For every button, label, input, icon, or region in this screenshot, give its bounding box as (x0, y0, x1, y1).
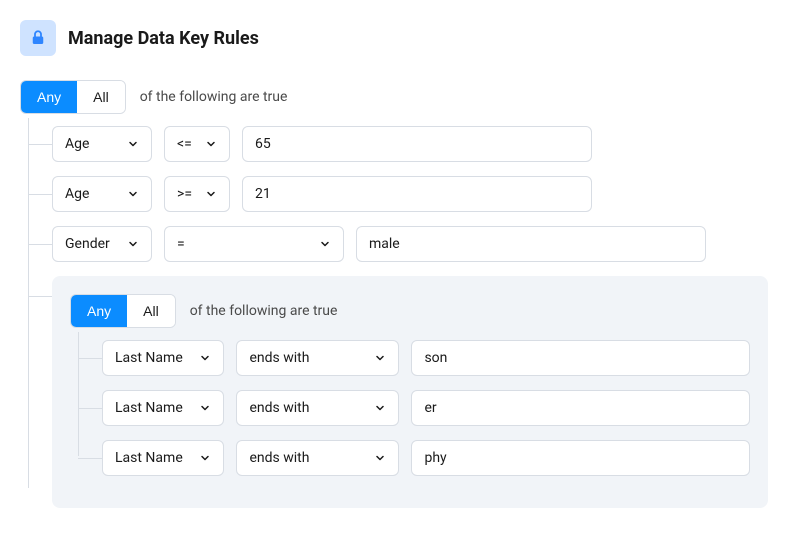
toggle-any-button[interactable]: Any (21, 81, 77, 113)
group-label: of the following are true (140, 89, 288, 105)
field-select[interactable]: Gender (52, 226, 152, 262)
field-select[interactable]: Age (52, 126, 152, 162)
operator-select[interactable]: <= (164, 126, 230, 162)
chevron-down-icon (127, 238, 139, 250)
value-input[interactable] (242, 126, 592, 162)
rule-row: Last Name ends with (102, 440, 750, 476)
operator-select-value: >= (177, 186, 192, 202)
operator-select[interactable]: >= (164, 176, 230, 212)
nested-toggle-any-button[interactable]: Any (71, 295, 127, 327)
rule-row: Last Name ends with (102, 390, 750, 426)
any-all-toggle: Any All (20, 80, 126, 114)
field-select[interactable]: Last Name (102, 390, 224, 426)
operator-select-value: ends with (249, 350, 309, 366)
chevron-down-icon (205, 188, 217, 200)
nested-toggle-all-button[interactable]: All (127, 295, 175, 327)
field-select-value: Last Name (115, 350, 183, 366)
group-header: Any All of the following are true (20, 80, 768, 114)
nested-rule-group: Any All of the following are true Last N… (52, 276, 768, 508)
chevron-down-icon (127, 138, 139, 150)
field-select[interactable]: Last Name (102, 340, 224, 376)
nested-group-label: of the following are true (190, 303, 338, 319)
lock-icon-box (20, 20, 56, 56)
operator-select[interactable]: = (164, 226, 344, 262)
nested-group-header: Any All of the following are true (70, 294, 750, 328)
rule-row: Last Name ends with (102, 340, 750, 376)
operator-select-value: ends with (249, 400, 309, 416)
lock-icon (29, 29, 47, 47)
rules-container: Age <= Age >= (20, 126, 768, 508)
chevron-down-icon (374, 352, 386, 364)
operator-select[interactable]: ends with (236, 390, 399, 426)
field-select[interactable]: Age (52, 176, 152, 212)
operator-select[interactable]: ends with (236, 340, 399, 376)
field-select-value: Age (65, 136, 89, 152)
chevron-down-icon (374, 402, 386, 414)
chevron-down-icon (199, 402, 211, 414)
toggle-all-button[interactable]: All (77, 81, 125, 113)
chevron-down-icon (319, 238, 331, 250)
page-title: Manage Data Key Rules (68, 28, 259, 49)
operator-select[interactable]: ends with (236, 440, 399, 476)
rule-group: Any All of the following are true Age <= (20, 80, 768, 508)
chevron-down-icon (199, 452, 211, 464)
nested-any-all-toggle: Any All (70, 294, 176, 328)
field-select-value: Last Name (115, 450, 183, 466)
field-select-value: Last Name (115, 400, 183, 416)
rule-row: Age <= (52, 126, 768, 162)
rule-row: Age >= (52, 176, 768, 212)
chevron-down-icon (205, 138, 217, 150)
chevron-down-icon (199, 352, 211, 364)
chevron-down-icon (127, 188, 139, 200)
field-select-value: Gender (65, 236, 110, 252)
operator-select-value: = (177, 236, 185, 252)
value-input[interactable] (411, 340, 750, 376)
chevron-down-icon (374, 452, 386, 464)
field-select[interactable]: Last Name (102, 440, 224, 476)
rule-row: Gender = (52, 226, 768, 262)
operator-select-value: ends with (249, 450, 309, 466)
value-input[interactable] (411, 440, 750, 476)
value-input[interactable] (356, 226, 706, 262)
value-input[interactable] (411, 390, 750, 426)
operator-select-value: <= (177, 136, 192, 152)
page-header: Manage Data Key Rules (20, 20, 768, 56)
value-input[interactable] (242, 176, 592, 212)
nested-rules-container: Last Name ends with (70, 340, 750, 476)
field-select-value: Age (65, 186, 89, 202)
